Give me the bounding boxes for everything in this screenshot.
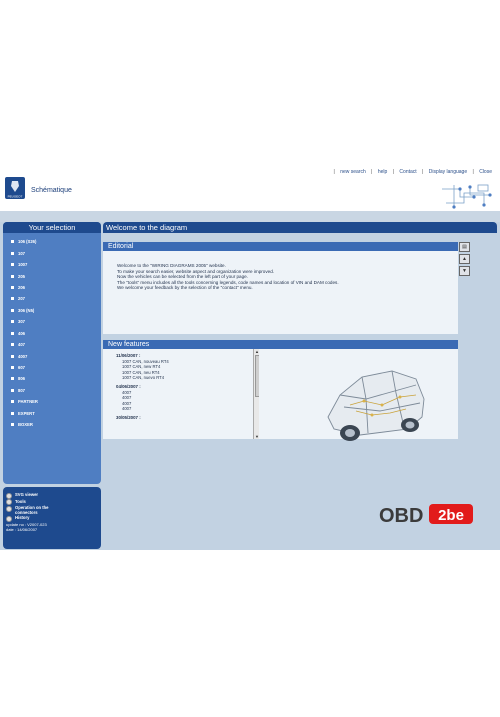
radio-icon [6, 515, 12, 522]
bullet-icon [11, 423, 14, 427]
feature-date: 04/06/2007 : [116, 384, 141, 390]
sidebar-item-partner[interactable]: PARTNER [11, 396, 101, 407]
sidebar-item-107[interactable]: 107 [11, 247, 101, 258]
top-links: | new search | help | Contact | Display … [333, 169, 493, 175]
sidebar-item-boxer[interactable]: BOXER [11, 419, 101, 430]
sidebar-item-407[interactable]: 407 [11, 339, 101, 350]
bullet-icon [11, 400, 14, 404]
bullet-icon [11, 320, 14, 324]
option-operation-connectors[interactable]: Operation on the connectors [3, 505, 101, 515]
scroll-down-button[interactable]: ▼ [459, 266, 470, 276]
new-features-list: 11/06/2007 : 1007 CAN, nouveau RT4 1007 … [103, 349, 253, 439]
svg-text:PEUGEOT: PEUGEOT [8, 194, 23, 198]
display-language-link[interactable]: Display language [429, 169, 467, 175]
circuit-icon [442, 184, 492, 209]
sidebar-item-607[interactable]: 607 [11, 362, 101, 373]
sidebar-item-207[interactable]: 207 [11, 293, 101, 304]
scroll-up-button[interactable]: ▲ [459, 254, 470, 264]
contact-link[interactable]: Contact [399, 169, 416, 175]
sidebar-item-406[interactable]: 406 [11, 328, 101, 339]
sidebar-item-206[interactable]: 206 [11, 282, 101, 293]
page-title: Welcome to the diagram [103, 222, 497, 233]
radio-icon [6, 492, 12, 499]
main-area: Your selection 106 (S26) 107 1007 205 20… [0, 222, 500, 550]
radio-icon [6, 499, 12, 505]
bullet-icon [11, 285, 14, 289]
sidebar-item-106[interactable]: 106 (S26) [11, 236, 101, 247]
editorial-text: Welcome to the "WIRING DIAGRAMS 2005" we… [117, 263, 339, 290]
bullet-icon [11, 343, 14, 347]
bullet-icon [11, 240, 14, 244]
help-link[interactable]: help [378, 169, 387, 175]
feature-line: 4007 [122, 406, 132, 412]
sidebar-item-807[interactable]: 807 [11, 385, 101, 396]
feature-line: 1007 CAN, nuevo RT4 [122, 374, 165, 380]
options-panel: SVG viewer Tools Operation on the connec… [3, 487, 101, 549]
bullet-icon [11, 297, 14, 301]
content-area: Welcome to the diagram Editorial Welcome… [103, 222, 497, 550]
sidebar-item-806[interactable]: 806 [11, 373, 101, 384]
scroll-top-button[interactable]: ▤ [459, 242, 470, 252]
bullet-icon [11, 411, 14, 415]
header-band [0, 211, 500, 222]
feature-date: 11/06/2007 : [116, 353, 141, 358]
bullet-icon [11, 308, 14, 312]
editorial-scroll-controls: ▤ ▲ ▼ [459, 242, 470, 278]
sidebar-title: Your selection [3, 222, 101, 233]
peugeot-logo: PEUGEOT [5, 177, 25, 199]
vehicle-list: 106 (S26) 107 1007 205 206 207 306 (N5) … [3, 233, 101, 430]
sidebar-item-205[interactable]: 205 [11, 270, 101, 281]
sidebar: Your selection 106 (S26) 107 1007 205 20… [3, 222, 101, 484]
editorial-panel: Editorial Welcome to the "WIRING DIAGRAM… [103, 242, 458, 334]
sidebar-item-4007[interactable]: 4007 [11, 350, 101, 361]
sidebar-item-expert[interactable]: EXPERT [11, 408, 101, 419]
update-date: date : 14/06/2007 [6, 526, 38, 532]
editorial-title: Editorial [103, 242, 458, 251]
obd2be-watermark-logo: OBD 2be [379, 504, 473, 527]
bullet-icon [11, 331, 14, 335]
bullet-icon [11, 274, 14, 278]
feature-date: 30/05/2007 : [116, 415, 141, 421]
sidebar-item-1007[interactable]: 1007 [11, 259, 101, 270]
sidebar-item-306[interactable]: 306 (N5) [11, 305, 101, 316]
bullet-icon [11, 366, 14, 370]
new-search-link[interactable]: new search [340, 169, 366, 175]
app-title: Schématique [31, 187, 72, 194]
bullet-icon [11, 354, 14, 358]
radio-icon [6, 505, 12, 512]
svg-text:2be: 2be [438, 507, 464, 524]
app-window: | new search | help | Contact | Display … [0, 165, 500, 550]
sidebar-item-307[interactable]: 307 [11, 316, 101, 327]
close-link[interactable]: Close [479, 169, 492, 175]
car-wiring-image [327, 370, 425, 441]
bullet-icon [11, 263, 14, 267]
bullet-icon [11, 251, 14, 255]
svg-text:OBD: OBD [379, 505, 423, 527]
header: | new search | help | Contact | Display … [0, 165, 500, 210]
new-features-title: New features [103, 340, 458, 349]
bullet-icon [11, 388, 14, 392]
bullet-icon [11, 377, 14, 381]
